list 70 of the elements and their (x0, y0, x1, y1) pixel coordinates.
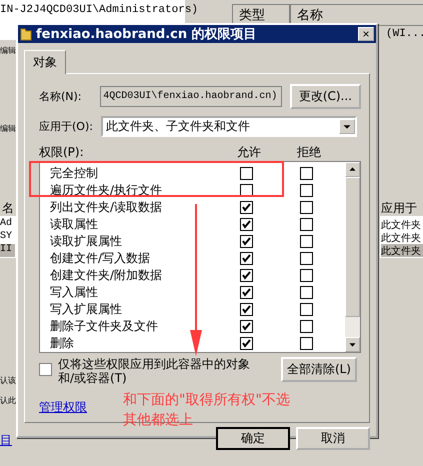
checkbox[interactable] (300, 320, 312, 333)
checkbox[interactable] (300, 167, 312, 180)
checkbox[interactable] (300, 201, 312, 214)
checkbox[interactable] (300, 218, 312, 231)
field-label: 应用于(O): (39, 119, 94, 134)
checkbox[interactable] (300, 303, 312, 316)
account-text: IN-J2J4QCD03UI\Administrators) (0, 4, 198, 16)
table-cell: II (0, 244, 15, 257)
column-header[interactable]: 名称 (290, 4, 423, 26)
apply-to-dropdown[interactable]: 此文件夹、子文件夹和文件 (101, 116, 357, 137)
column-header: 应用于 (381, 200, 417, 217)
checkbox[interactable] (240, 320, 252, 333)
checkbox[interactable] (240, 286, 252, 299)
permissions-label: 权限(P): (39, 144, 85, 159)
scrollbar[interactable] (345, 162, 360, 352)
permission-name: 列出文件夹/读取数据 (50, 199, 164, 216)
checkbox-label: 仅将这些权限应用到此容器中的对象和/或容器(T) (58, 357, 251, 385)
close-button[interactable]: × (358, 27, 374, 41)
checkbox[interactable] (240, 252, 252, 265)
permission-name: 创建文件/写入数据 (50, 250, 152, 267)
permission-name: 删除 (50, 335, 75, 352)
note-text: 认该 (0, 376, 16, 386)
manage-permissions-link[interactable]: 管理权限 (39, 399, 87, 416)
permission-name: 创建文件夹/附加数据 (50, 267, 164, 284)
checkbox[interactable] (300, 286, 312, 299)
window-title: fenxiao.haobrand.cn 的权限项目 (36, 26, 258, 43)
scrollbar-thumb[interactable] (345, 177, 360, 317)
checkbox[interactable] (240, 269, 252, 282)
checkbox[interactable] (300, 337, 312, 350)
change-button[interactable]: 更改(C)... (290, 84, 361, 109)
folder-icon (20, 27, 32, 41)
checkbox[interactable] (240, 303, 252, 316)
annotation-text: 和下面的"取得所有权"不选 (123, 391, 290, 410)
column-header: 拒绝 (296, 144, 322, 159)
permission-name: 读取扩展属性 (50, 233, 123, 250)
label-text: 编辑 (0, 46, 16, 56)
permission-name: 删除子文件夹及文件 (50, 318, 159, 335)
name-field[interactable]: 4QCD03UI\fenxiao.haobrand.cn) (100, 86, 282, 107)
checkbox[interactable] (240, 201, 252, 214)
field-label: 名称(N): (39, 89, 83, 104)
label-text: 编辑 (0, 124, 16, 134)
scroll-down-icon[interactable] (345, 337, 360, 352)
table-cell-text: 此文件夹 (381, 218, 422, 231)
permission-name: 读取属性 (50, 216, 99, 233)
checkbox[interactable] (300, 235, 312, 248)
scroll-up-icon[interactable] (345, 162, 360, 177)
checkbox[interactable] (300, 252, 312, 265)
tab[interactable]: 对象 (24, 50, 66, 74)
checkbox[interactable] (240, 167, 252, 180)
clear-all-button[interactable]: 全部清除(L) (280, 357, 357, 382)
checkbox[interactable] (240, 235, 252, 248)
checkbox[interactable] (240, 218, 252, 231)
permission-name: 写入属性 (50, 284, 99, 301)
table-cell-text: 此文件夹 (381, 232, 422, 244)
column-header: 名 (2, 200, 14, 217)
checkbox[interactable] (300, 269, 312, 282)
link[interactable]: 目 (0, 432, 12, 449)
checkbox[interactable] (300, 184, 312, 197)
table-cell-text: Ad (0, 218, 14, 231)
ok-button[interactable]: 确定 (216, 427, 290, 450)
note-text: 认此 (0, 396, 16, 406)
cancel-button[interactable]: 取消 (296, 427, 370, 450)
table-cell: (WI... (386, 28, 423, 40)
permission-name: 完全控制 (50, 165, 99, 182)
table-cell-text: SY (0, 231, 14, 244)
permission-name: 写入扩展属性 (50, 301, 123, 318)
checkbox[interactable] (240, 337, 252, 350)
column-header: 允许 (236, 144, 262, 159)
checkbox[interactable] (39, 363, 52, 376)
table-cell: 此文件夹 (381, 244, 423, 257)
